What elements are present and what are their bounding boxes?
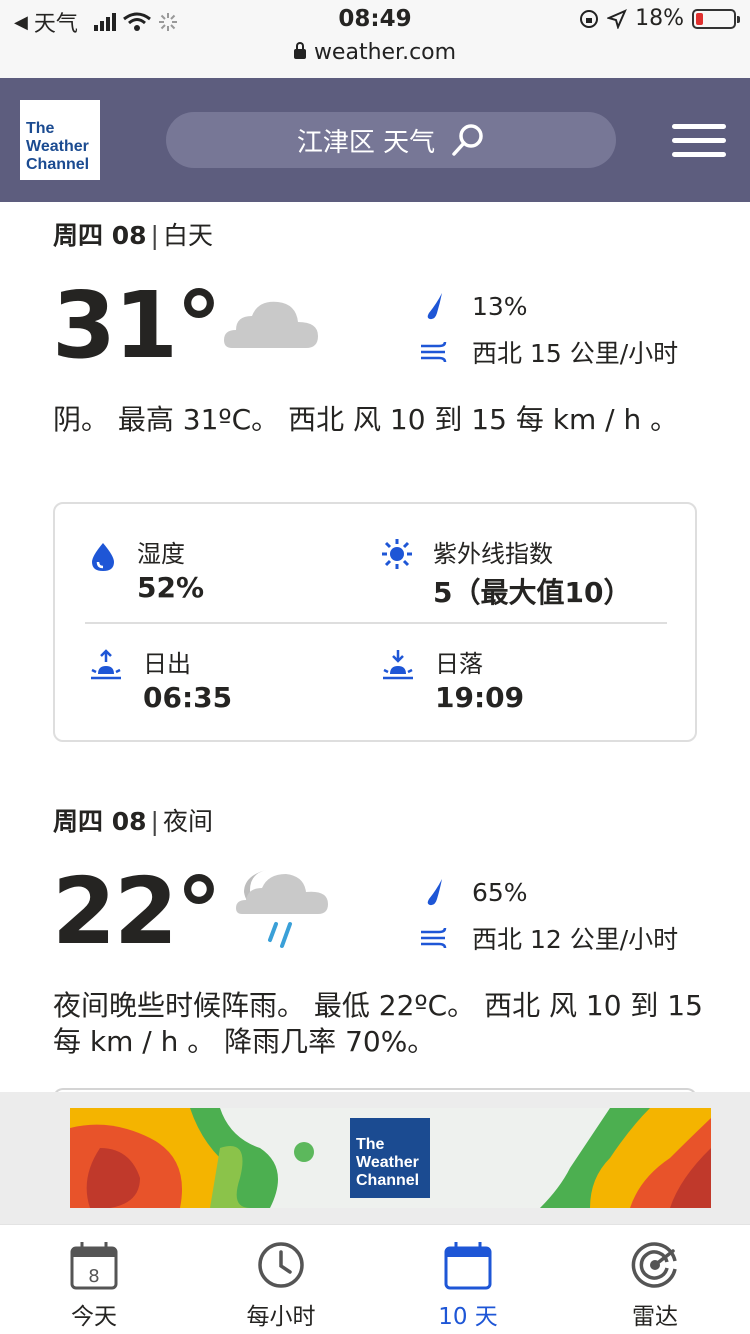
raindrop-icon xyxy=(427,879,442,906)
uv-value: 5（最大值10） xyxy=(433,576,632,609)
night-precip-value: 65% xyxy=(472,877,528,907)
ad-banner[interactable]: The Weather Channel xyxy=(70,1108,711,1208)
day-wind-value: 西北 15 公里/小时 xyxy=(472,339,679,368)
weather-channel-logo[interactable]: The Weather Channel xyxy=(20,100,100,180)
calendar-icon xyxy=(444,1242,492,1290)
humidity-drop-icon xyxy=(92,543,114,571)
day-section-title: 周四 08 | 白天 xyxy=(53,221,213,250)
night-section-title: 周四 08 | 夜间 xyxy=(53,807,213,836)
wind-icon xyxy=(421,341,447,363)
search-location-text: 江津区 天气 xyxy=(296,127,436,158)
sunrise-item: 日出 06:35 xyxy=(89,644,232,714)
tab-10-day-label: 10 天 xyxy=(438,1304,498,1330)
tab-radar[interactable]: 雷达 xyxy=(580,1239,730,1331)
address-bar[interactable]: weather.com xyxy=(0,40,750,65)
tab-today-label: 今天 xyxy=(71,1304,117,1330)
calendar-day-icon: 8 xyxy=(70,1242,118,1290)
night-rain-icon xyxy=(236,870,328,948)
uv-index-item: 紫外线指数 5（最大值10） xyxy=(381,534,631,611)
bottom-tab-bar: 8 今天 每小时 10 天 雷达 xyxy=(0,1224,750,1334)
night-narrative: 夜间晚些时候阵雨。 最低 22ºC。 西北 风 10 到 15 每 km / h… xyxy=(53,989,703,1058)
ad-banner-area: The Weather Channel xyxy=(0,1092,750,1224)
sunrise-icon xyxy=(91,649,121,680)
location-icon xyxy=(607,8,628,29)
night-precip-row: 65% xyxy=(418,869,678,915)
sunset-value: 19:09 xyxy=(435,681,525,714)
lock-icon xyxy=(293,42,306,59)
night-wind-row: 西北 12 公里/小时 xyxy=(418,915,678,961)
day-precip-value: 13% xyxy=(472,291,528,321)
humidity-value: 52% xyxy=(137,571,205,604)
clock-icon xyxy=(258,1242,304,1288)
day-narrative: 阴。 最高 31ºC。 西北 风 10 到 15 每 km / h 。 xyxy=(53,403,679,436)
cloudy-icon xyxy=(224,301,318,348)
wind-icon xyxy=(421,927,447,949)
day-precip-row: 13% xyxy=(418,283,678,329)
tab-radar-label: 雷达 xyxy=(632,1304,678,1330)
battery-icon xyxy=(692,8,740,29)
sunset-icon xyxy=(383,650,413,680)
ad-weather-channel-logo: The Weather Channel xyxy=(350,1118,430,1198)
sunrise-value: 06:35 xyxy=(143,681,233,714)
humidity-label: 湿度 xyxy=(137,540,185,568)
day-temperature: 31° xyxy=(52,272,222,379)
night-temperature: 22° xyxy=(52,858,222,965)
site-header: The Weather Channel 江津区 天气 xyxy=(0,78,750,202)
tab-hourly[interactable]: 每小时 xyxy=(206,1239,356,1331)
status-bar: ◀ 天气 08:49 18% weather.com xyxy=(0,0,750,78)
details-card: 湿度 52% 紫外线指数 5（最大值10） 日出 06:35 日落 19:09 xyxy=(53,502,697,742)
humidity-item: 湿度 52% xyxy=(89,534,204,604)
battery-percent: 18% xyxy=(635,6,684,31)
night-wind-value: 西北 12 公里/小时 xyxy=(472,925,679,954)
tab-today[interactable]: 8 今天 xyxy=(19,1239,169,1331)
sun-uv-icon xyxy=(382,539,412,569)
sunrise-label: 日出 xyxy=(143,650,191,678)
svg-text:8: 8 xyxy=(88,1266,99,1287)
raindrop-icon xyxy=(427,293,442,320)
radar-icon xyxy=(631,1242,677,1288)
search-icon xyxy=(452,124,483,156)
location-search[interactable]: 江津区 天气 xyxy=(166,112,616,168)
hamburger-menu-icon[interactable] xyxy=(672,124,726,158)
orientation-lock-icon xyxy=(580,9,599,28)
day-wind-row: 西北 15 公里/小时 xyxy=(418,329,678,375)
details-divider xyxy=(85,622,667,624)
uv-label: 紫外线指数 xyxy=(433,540,553,568)
tab-hourly-label: 每小时 xyxy=(246,1304,316,1330)
url-text: weather.com xyxy=(313,40,457,65)
sunset-label: 日落 xyxy=(435,650,483,678)
sunset-item: 日落 19:09 xyxy=(381,644,524,714)
tab-10-day[interactable]: 10 天 xyxy=(393,1239,543,1331)
